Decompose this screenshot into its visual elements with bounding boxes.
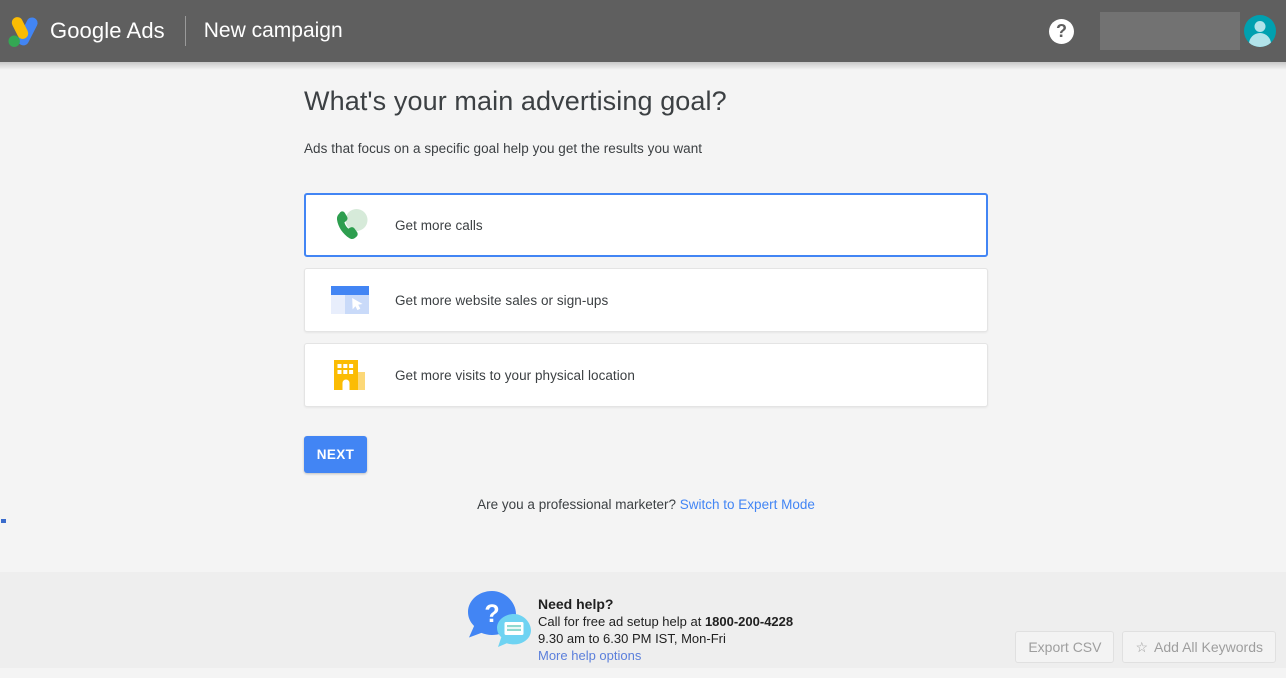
- brand-ads: Ads: [126, 18, 165, 43]
- brand-name: Google Ads: [50, 18, 165, 44]
- goal-option-get-more-calls[interactable]: Get more calls: [304, 193, 988, 257]
- edge-artifact: [1, 519, 6, 523]
- user-avatar-icon[interactable]: [1244, 15, 1276, 47]
- export-csv-label: Export CSV: [1028, 639, 1102, 655]
- goal-option-get-more-visits[interactable]: Get more visits to your physical locatio…: [304, 343, 988, 407]
- app-header: Google Ads New campaign ?: [0, 0, 1286, 62]
- header-divider: [184, 16, 186, 46]
- avatar-body-shape: [1249, 33, 1271, 47]
- page-subheadline: Ads that focus on a specific goal help y…: [304, 141, 703, 156]
- google-ads-logo: [4, 11, 48, 51]
- page-bottom-strip: [0, 668, 1286, 678]
- svg-text:?: ?: [484, 600, 499, 628]
- goal-option-list: Get more calls Get more website sales or…: [304, 193, 994, 407]
- phone-call-icon: [327, 205, 373, 245]
- browser-window-cursor-icon: [327, 280, 373, 320]
- page-title: New campaign: [203, 19, 343, 42]
- expert-mode-question: Are you a professional marketer?: [477, 497, 677, 512]
- more-help-options-link[interactable]: More help options: [538, 648, 641, 663]
- goal-option-get-more-website-sales[interactable]: Get more website sales or sign-ups: [304, 268, 988, 332]
- export-csv-button[interactable]: Export CSV: [1015, 631, 1115, 663]
- main-content: What's your main advertising goal? Ads t…: [0, 62, 1286, 572]
- header-shadow: [0, 62, 1286, 70]
- content-column: What's your main advertising goal? Ads t…: [304, 62, 994, 512]
- help-title: Need help?: [538, 596, 614, 612]
- star-icon: ☆: [1135, 639, 1149, 655]
- avatar-head-shape: [1254, 21, 1266, 32]
- overlay-button-group: Export CSV ☆ Add All Keywords: [1015, 631, 1276, 663]
- help-hours: 9.30 am to 6.30 PM IST, Mon-Fri: [538, 631, 726, 646]
- goal-option-label: Get more website sales or sign-ups: [395, 292, 609, 308]
- next-button[interactable]: NEXT: [304, 436, 367, 473]
- help-speech-bubble-icon: ?: [464, 589, 534, 651]
- help-question-icon[interactable]: ?: [1049, 18, 1074, 44]
- help-text-block: Need help? Call for free ad setup help a…: [538, 596, 793, 665]
- switch-to-expert-mode-link[interactable]: Switch to Expert Mode: [680, 497, 815, 512]
- redacted-account-region: [1100, 12, 1240, 50]
- goal-option-label: Get more calls: [395, 217, 483, 233]
- expert-mode-row: Are you a professional marketer? Switch …: [304, 497, 988, 512]
- help-call-prefix: Call for free ad setup help at: [538, 614, 705, 629]
- page-headline: What's your main advertising goal?: [304, 86, 727, 116]
- add-all-keywords-button[interactable]: ☆ Add All Keywords: [1122, 631, 1276, 663]
- store-building-icon: [327, 355, 373, 395]
- help-call-line: Call for free ad setup help at 1800-200-…: [538, 613, 793, 630]
- help-phone-number: 1800-200-4228: [704, 614, 794, 629]
- next-button-row: NEXT: [304, 436, 994, 473]
- add-all-keywords-label: Add All Keywords: [1154, 639, 1263, 655]
- header-right-group: ?: [1049, 0, 1286, 62]
- help-footer-inner: ? Need help? Call for free ad setup help…: [464, 582, 793, 665]
- goal-option-label: Get more visits to your physical locatio…: [395, 367, 635, 383]
- brand-google: Google: [50, 18, 122, 43]
